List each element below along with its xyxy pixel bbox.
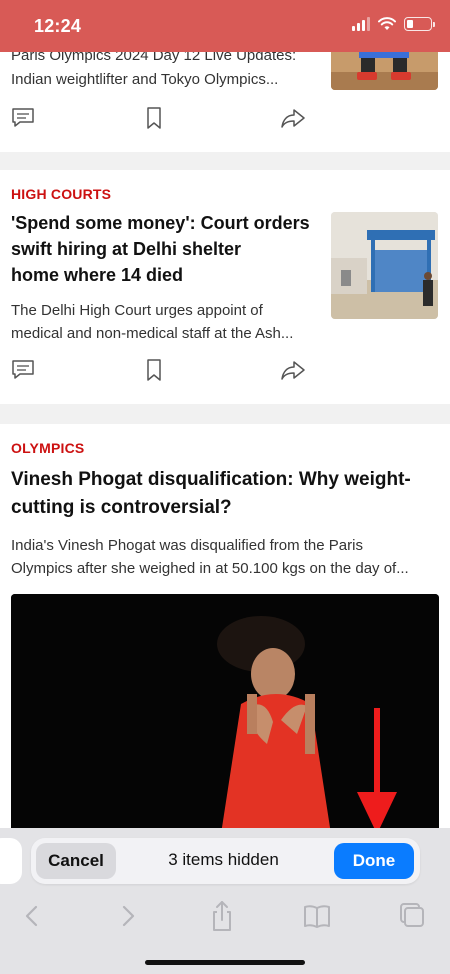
share-icon[interactable] xyxy=(280,358,306,382)
cellular-signal-icon xyxy=(352,17,370,31)
article-category[interactable]: OLYMPICS xyxy=(11,440,84,456)
comment-icon[interactable] xyxy=(10,358,36,382)
article-card[interactable]: HIGH COURTS 'Spend some money': Court or… xyxy=(0,170,450,404)
battery-icon xyxy=(404,17,435,31)
browser-toolbar xyxy=(0,894,450,974)
hide-items-bar: Cancel 3 items hidden Done xyxy=(0,828,450,894)
share-icon[interactable] xyxy=(202,898,242,934)
summary-line: medical and non-medical staff at the Ash… xyxy=(11,325,294,342)
article-snippet[interactable]: Paris Olympics 2024 Day 12 Live Updates:… xyxy=(11,52,311,92)
status-bar: 12:24 xyxy=(0,0,450,52)
headline-line: cutting is controversial? xyxy=(11,497,232,518)
bookmarks-icon[interactable] xyxy=(297,898,337,934)
forward-icon[interactable] xyxy=(108,898,148,934)
adjacent-panel-edge xyxy=(0,838,22,884)
article-headline[interactable]: Vinesh Phogat disqualification: Why weig… xyxy=(11,466,441,522)
back-icon[interactable] xyxy=(12,898,52,934)
summary-line: India's Vinesh Phogat was disqualified f… xyxy=(11,537,363,554)
share-icon[interactable] xyxy=(280,106,306,130)
status-time: 12:24 xyxy=(34,16,82,36)
home-indicator[interactable] xyxy=(145,960,305,965)
headline-line: 'Spend some money': Court orders xyxy=(11,213,310,233)
annotation-arrow-icon xyxy=(357,708,397,834)
tabs-icon[interactable] xyxy=(392,898,432,934)
article-category[interactable]: HIGH COURTS xyxy=(11,186,111,202)
hide-items-pill: Cancel 3 items hidden Done xyxy=(31,838,420,884)
comment-icon[interactable] xyxy=(10,106,36,130)
summary-line: The Delhi High Court urges appoint of xyxy=(11,302,263,319)
bookmark-icon[interactable] xyxy=(141,358,167,382)
article-actions xyxy=(0,358,450,384)
hidden-items-status: 3 items hidden xyxy=(168,850,279,869)
article-headline[interactable]: 'Spend some money': Court orders swift h… xyxy=(11,210,311,288)
done-button[interactable]: Done xyxy=(334,843,414,879)
article-summary: The Delhi High Court urges appoint of me… xyxy=(11,299,316,345)
article-thumbnail[interactable] xyxy=(331,212,438,319)
article-title: Paris Olympics 2024 Day 12 Live Updates: xyxy=(11,52,297,64)
article-thumbnail[interactable] xyxy=(331,52,438,90)
bookmark-icon[interactable] xyxy=(141,106,167,130)
article-summary: Indian weightlifter and Tokyo Olympics..… xyxy=(11,71,279,88)
headline-line: swift hiring at Delhi shelter xyxy=(11,239,242,259)
headline-line: Vinesh Phogat disqualification: Why weig… xyxy=(11,469,411,490)
summary-line: Olympics after she weighed in at 50.100 … xyxy=(11,560,409,577)
headline-line: home where 14 died xyxy=(11,265,184,285)
cancel-button[interactable]: Cancel xyxy=(36,843,116,879)
article-summary: India's Vinesh Phogat was disqualified f… xyxy=(11,534,441,580)
article-actions xyxy=(0,106,450,132)
article-card[interactable]: Paris Olympics 2024 Day 12 Live Updates:… xyxy=(0,52,450,152)
wifi-icon xyxy=(378,17,396,30)
status-icons xyxy=(352,17,435,31)
